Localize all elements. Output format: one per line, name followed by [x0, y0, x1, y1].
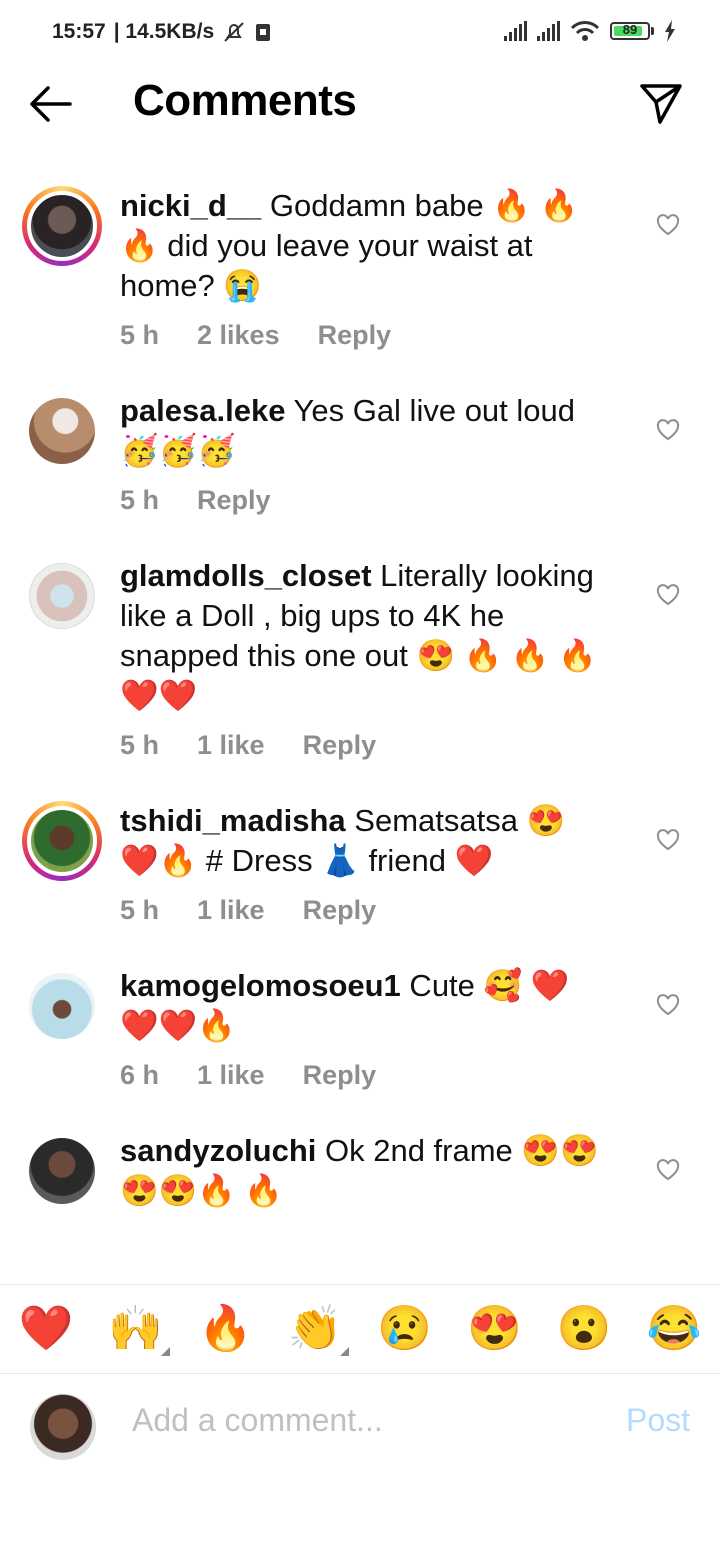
avatar-frame[interactable] — [22, 556, 102, 636]
avatar[interactable] — [27, 191, 97, 261]
emoji-heart-button[interactable]: ❤️ — [18, 1304, 74, 1354]
header: Comments — [0, 70, 720, 140]
status-speed: | 14.5KB/s — [113, 20, 215, 43]
like-heart-icon[interactable] — [656, 214, 680, 236]
comment-meta: 5 h 1 like Reply — [120, 730, 610, 761]
signal-icon-2 — [537, 21, 560, 41]
comment-item: nicki_d__ Goddamn babe 🔥 🔥 🔥 did you lea… — [0, 186, 720, 351]
comment-likes[interactable]: 2 likes — [197, 320, 280, 351]
comment-time: 5 h — [120, 730, 160, 760]
comment-text: glamdolls_closet Literally looking like … — [120, 556, 610, 716]
comment-username[interactable]: nicki_d__ — [120, 188, 261, 223]
comment-item: tshidi_madisha Sematsatsa 😍 ❤️🔥 # Dress … — [0, 801, 720, 926]
battery-level: 89 — [622, 22, 638, 37]
comment-text: kamogelomosoeu1 Cute 🥰 ❤️ ❤️❤️🔥 — [120, 966, 610, 1046]
comment-text: nicki_d__ Goddamn babe 🔥 🔥 🔥 did you lea… — [120, 186, 610, 306]
emoji-glyph: 👏 — [287, 1304, 343, 1353]
quick-emoji-bar: ❤️ 🙌 🔥 👏 😢 😍 😮 😂 — [0, 1284, 720, 1374]
story-ring[interactable] — [22, 801, 102, 881]
comment-likes[interactable]: 1 like — [197, 895, 265, 926]
battery-icon: 89 — [610, 22, 654, 40]
comment-item: sandyzoluchi Ok 2nd frame 😍😍 😍😍🔥 🔥 — [0, 1131, 720, 1211]
avatar-frame[interactable] — [22, 966, 102, 1046]
emoji-glyph: 🙌 — [108, 1304, 164, 1353]
emoji-laugh-button[interactable]: 😂 — [646, 1304, 702, 1354]
reply-button[interactable]: Reply — [303, 1060, 377, 1091]
comment-username[interactable]: kamogelomosoeu1 — [120, 968, 401, 1003]
comment-username[interactable]: palesa.leke — [120, 393, 285, 428]
emoji-surprised-button[interactable]: 😮 — [556, 1304, 612, 1354]
emoji-cry-button[interactable]: 😢 — [377, 1304, 433, 1354]
avatar[interactable] — [29, 398, 95, 464]
avatar[interactable] — [29, 973, 95, 1039]
like-heart-icon[interactable] — [656, 1159, 680, 1181]
comment-text: sandyzoluchi Ok 2nd frame 😍😍 😍😍🔥 🔥 — [120, 1131, 610, 1211]
comment-time: 5 h — [120, 485, 160, 515]
my-avatar — [30, 1394, 96, 1460]
status-bar: 15:57 | 14.5KB/s 89 — [0, 0, 720, 66]
comment-likes[interactable]: 1 like — [197, 1060, 265, 1091]
like-heart-icon[interactable] — [656, 994, 680, 1016]
comment-meta: 5 h 2 likes Reply — [120, 320, 610, 351]
status-time: 15:57 — [52, 20, 106, 43]
comment-username[interactable]: sandyzoluchi — [120, 1133, 316, 1168]
comment-meta: 5 h Reply — [120, 485, 610, 516]
story-ring[interactable] — [22, 186, 102, 266]
status-right: 89 — [504, 20, 676, 42]
comment-meta: 6 h 1 like Reply — [120, 1060, 610, 1091]
comment-input[interactable]: Add a comment... — [132, 1402, 383, 1439]
skin-tone-indicator — [160, 1347, 170, 1356]
comment-time: 6 h — [120, 1060, 160, 1090]
comment-composer: Add a comment... Post — [0, 1376, 720, 1476]
post-button[interactable]: Post — [626, 1402, 690, 1439]
comment-text: palesa.leke Yes Gal live out loud 🥳🥳🥳 — [120, 391, 610, 471]
comment-item: palesa.leke Yes Gal live out loud 🥳🥳🥳 5 … — [0, 391, 720, 516]
comment-username[interactable]: glamdolls_closet — [120, 558, 372, 593]
back-arrow-icon[interactable] — [26, 84, 74, 124]
emoji-clap-button[interactable]: 👏 — [287, 1304, 350, 1356]
comment-time: 5 h — [120, 895, 160, 925]
comment-meta: 5 h 1 like Reply — [120, 895, 610, 926]
comment-text: tshidi_madisha Sematsatsa 😍 ❤️🔥 # Dress … — [120, 801, 610, 881]
avatar[interactable] — [27, 806, 97, 876]
emoji-raised-hands-button[interactable]: 🙌 — [108, 1304, 170, 1356]
like-heart-icon[interactable] — [656, 584, 680, 606]
comment-item: kamogelomosoeu1 Cute 🥰 ❤️ ❤️❤️🔥 6 h 1 li… — [0, 966, 720, 1091]
comments-list[interactable]: nicki_d__ Goddamn babe 🔥 🔥 🔥 did you lea… — [0, 186, 720, 1284]
comment-time: 5 h — [120, 320, 160, 350]
avatar-frame[interactable] — [22, 391, 102, 471]
reply-button[interactable]: Reply — [318, 320, 392, 351]
mute-icon — [224, 22, 244, 42]
avatar[interactable] — [29, 563, 95, 629]
signal-icon — [504, 21, 527, 41]
comment-username[interactable]: tshidi_madisha — [120, 803, 346, 838]
emoji-heart-eyes-button[interactable]: 😍 — [467, 1304, 523, 1354]
status-left: 15:57 | 14.5KB/s — [52, 20, 272, 44]
avatar[interactable] — [29, 1138, 95, 1204]
like-heart-icon[interactable] — [656, 419, 680, 441]
emoji-fire-button[interactable]: 🔥 — [197, 1304, 253, 1354]
notification-icon — [256, 24, 271, 41]
send-icon[interactable] — [638, 82, 684, 126]
reply-button[interactable]: Reply — [303, 895, 377, 926]
comment-item: glamdolls_closet Literally looking like … — [0, 556, 720, 761]
like-heart-icon[interactable] — [656, 829, 680, 851]
reply-button[interactable]: Reply — [303, 730, 377, 761]
avatar-frame[interactable] — [22, 1131, 102, 1211]
page-title: Comments — [133, 76, 357, 125]
charging-icon — [665, 20, 675, 42]
reply-button[interactable]: Reply — [197, 485, 271, 516]
comment-likes[interactable]: 1 like — [197, 730, 265, 761]
wifi-icon — [570, 21, 600, 41]
skin-tone-indicator — [340, 1347, 350, 1356]
